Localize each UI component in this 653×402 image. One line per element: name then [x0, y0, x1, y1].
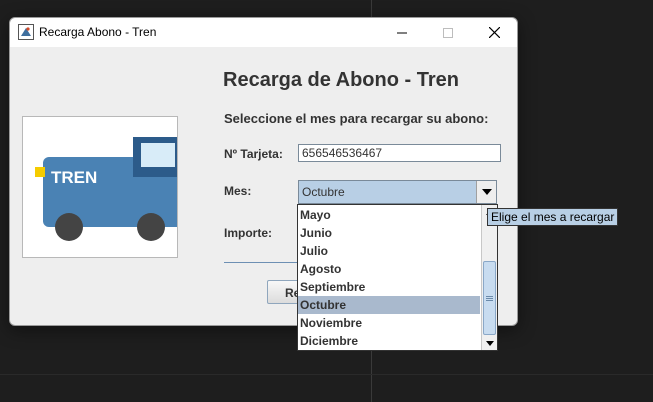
month-list: Mayo Junio Julio Agosto Septiembre Octubre Nov…: [298, 206, 480, 350]
train-label: TREN: [51, 168, 97, 187]
maximize-button[interactable]: [425, 18, 471, 47]
close-button[interactable]: [471, 18, 517, 47]
month-option[interactable]: Octubre: [298, 296, 480, 314]
tarjeta-label: Nº Tarjeta:: [224, 147, 283, 161]
month-option[interactable]: Agosto: [298, 260, 480, 278]
scroll-thumb[interactable]: [483, 261, 496, 335]
minimize-icon: [397, 32, 407, 33]
importe-label: Importe:: [224, 226, 272, 240]
dropdown-scrollbar[interactable]: [481, 205, 497, 350]
month-option[interactable]: Septiembre: [298, 278, 480, 296]
mes-tooltip: Elige el mes a recargar: [487, 208, 619, 226]
mes-dropdown-button[interactable]: [476, 181, 496, 203]
form-heading: Recarga de Abono - Tren: [223, 69, 459, 91]
month-option[interactable]: Diciembre: [298, 332, 480, 350]
train-image: TREN: [35, 137, 183, 241]
app-icon: [18, 24, 34, 40]
mes-selected-value: Octubre: [302, 185, 345, 199]
background-divider-horizontal: [0, 374, 653, 375]
mes-combobox[interactable]: Octubre: [298, 180, 497, 204]
form-subheading: Seleccione el mes para recargar su abono…: [224, 111, 489, 126]
tarjeta-field[interactable]: 656546536467: [298, 144, 501, 162]
train-image-panel: TREN: [22, 116, 183, 258]
month-option[interactable]: Noviembre: [298, 314, 480, 332]
scroll-grip-icon: [486, 295, 493, 301]
title-bar[interactable]: Recarga Abono - Tren: [10, 18, 517, 47]
scroll-down-icon: [485, 340, 494, 346]
month-option[interactable]: Mayo: [298, 206, 480, 224]
window-title: Recarga Abono - Tren: [39, 25, 157, 39]
month-dropdown-list[interactable]: Mayo Junio Julio Agosto Septiembre Octubre Nov…: [297, 204, 498, 351]
scroll-down-button[interactable]: [482, 336, 497, 350]
month-option[interactable]: Julio: [298, 242, 480, 260]
mes-label: Mes:: [224, 184, 252, 198]
maximize-icon: [443, 27, 453, 38]
close-icon: [488, 27, 500, 38]
separator: [224, 262, 304, 263]
dropdown-arrow-icon: [481, 189, 492, 195]
minimize-button[interactable]: [379, 18, 425, 47]
month-option[interactable]: Junio: [298, 224, 480, 242]
